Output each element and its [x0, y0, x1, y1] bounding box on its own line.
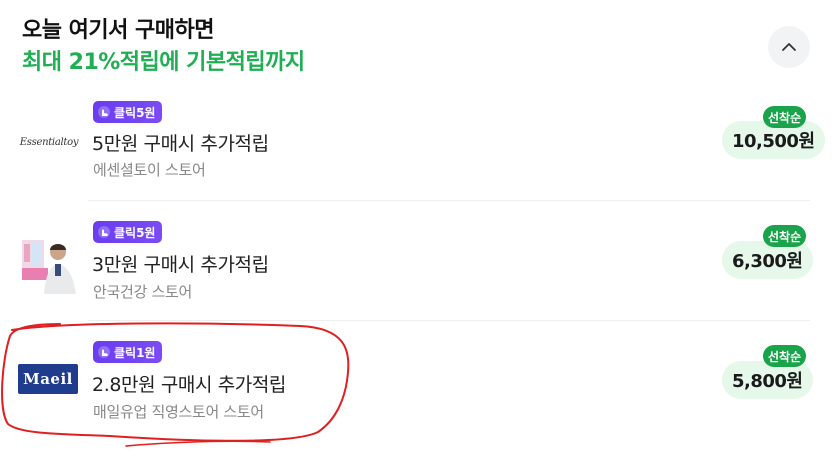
click-badge: 클릭5원: [93, 221, 163, 243]
product-thumbnail-icon: [22, 240, 76, 294]
item-store: 안국건강 스토어: [93, 283, 192, 301]
header-subtitle: 최대 21%적립에 기본적립까지: [22, 50, 305, 75]
click-badge: 클릭5원: [93, 101, 163, 123]
chevron-up-icon: [782, 43, 796, 51]
offer-header: 오늘 여기서 구매하면 최대 21%적립에 기본적립까지: [22, 16, 305, 78]
reward-value: 6,300원: [732, 251, 803, 272]
item-title: 2.8만원 구매시 추가적립: [92, 374, 287, 396]
badge-label: 클릭5원: [114, 105, 156, 120]
logo-text: Maeil: [23, 370, 73, 388]
list-item[interactable]: Maeil 클릭1원 2.8만원 구매시 추가적립 매일유업 직영스토어 스토어…: [0, 320, 835, 438]
item-title: 5만원 구매시 추가적립: [92, 133, 269, 155]
item-store: 매일유업 직영스토어 스토어: [93, 403, 264, 421]
logo-text: Essentialtoy: [19, 136, 79, 148]
reward-amount[interactable]: 6,300원: [722, 241, 813, 279]
reward-value: 10,500원: [732, 131, 815, 152]
click-hand-icon: [98, 106, 110, 118]
click-badge: 클릭1원: [93, 341, 163, 363]
store-logo: Maeil: [18, 364, 78, 394]
store-logo: Essentialtoy: [18, 122, 80, 162]
list-item[interactable]: 클릭5원 3만원 구매시 추가적립 안국건강 스토어 6,300원 선착순: [0, 200, 835, 318]
badge-label: 클릭5원: [114, 225, 156, 240]
reward-value: 5,800원: [732, 371, 803, 392]
store-logo: [18, 228, 80, 296]
reward-amount[interactable]: 5,800원: [722, 361, 813, 399]
collapse-button[interactable]: [768, 26, 810, 68]
list-item[interactable]: Essentialtoy 클릭5원 5만원 구매시 추가적립 에센셜토이 스토어…: [0, 82, 835, 200]
first-come-tag: 선착순: [763, 345, 807, 367]
click-hand-icon: [98, 226, 110, 238]
item-title: 3만원 구매시 추가적립: [92, 254, 269, 276]
item-store: 에센셜토이 스토어: [93, 161, 206, 179]
first-come-tag: 선착순: [763, 225, 807, 247]
click-hand-icon: [98, 346, 110, 358]
header-title: 오늘 여기서 구매하면: [22, 18, 214, 43]
badge-label: 클릭1원: [114, 345, 156, 360]
first-come-tag: 선착순: [763, 106, 807, 128]
